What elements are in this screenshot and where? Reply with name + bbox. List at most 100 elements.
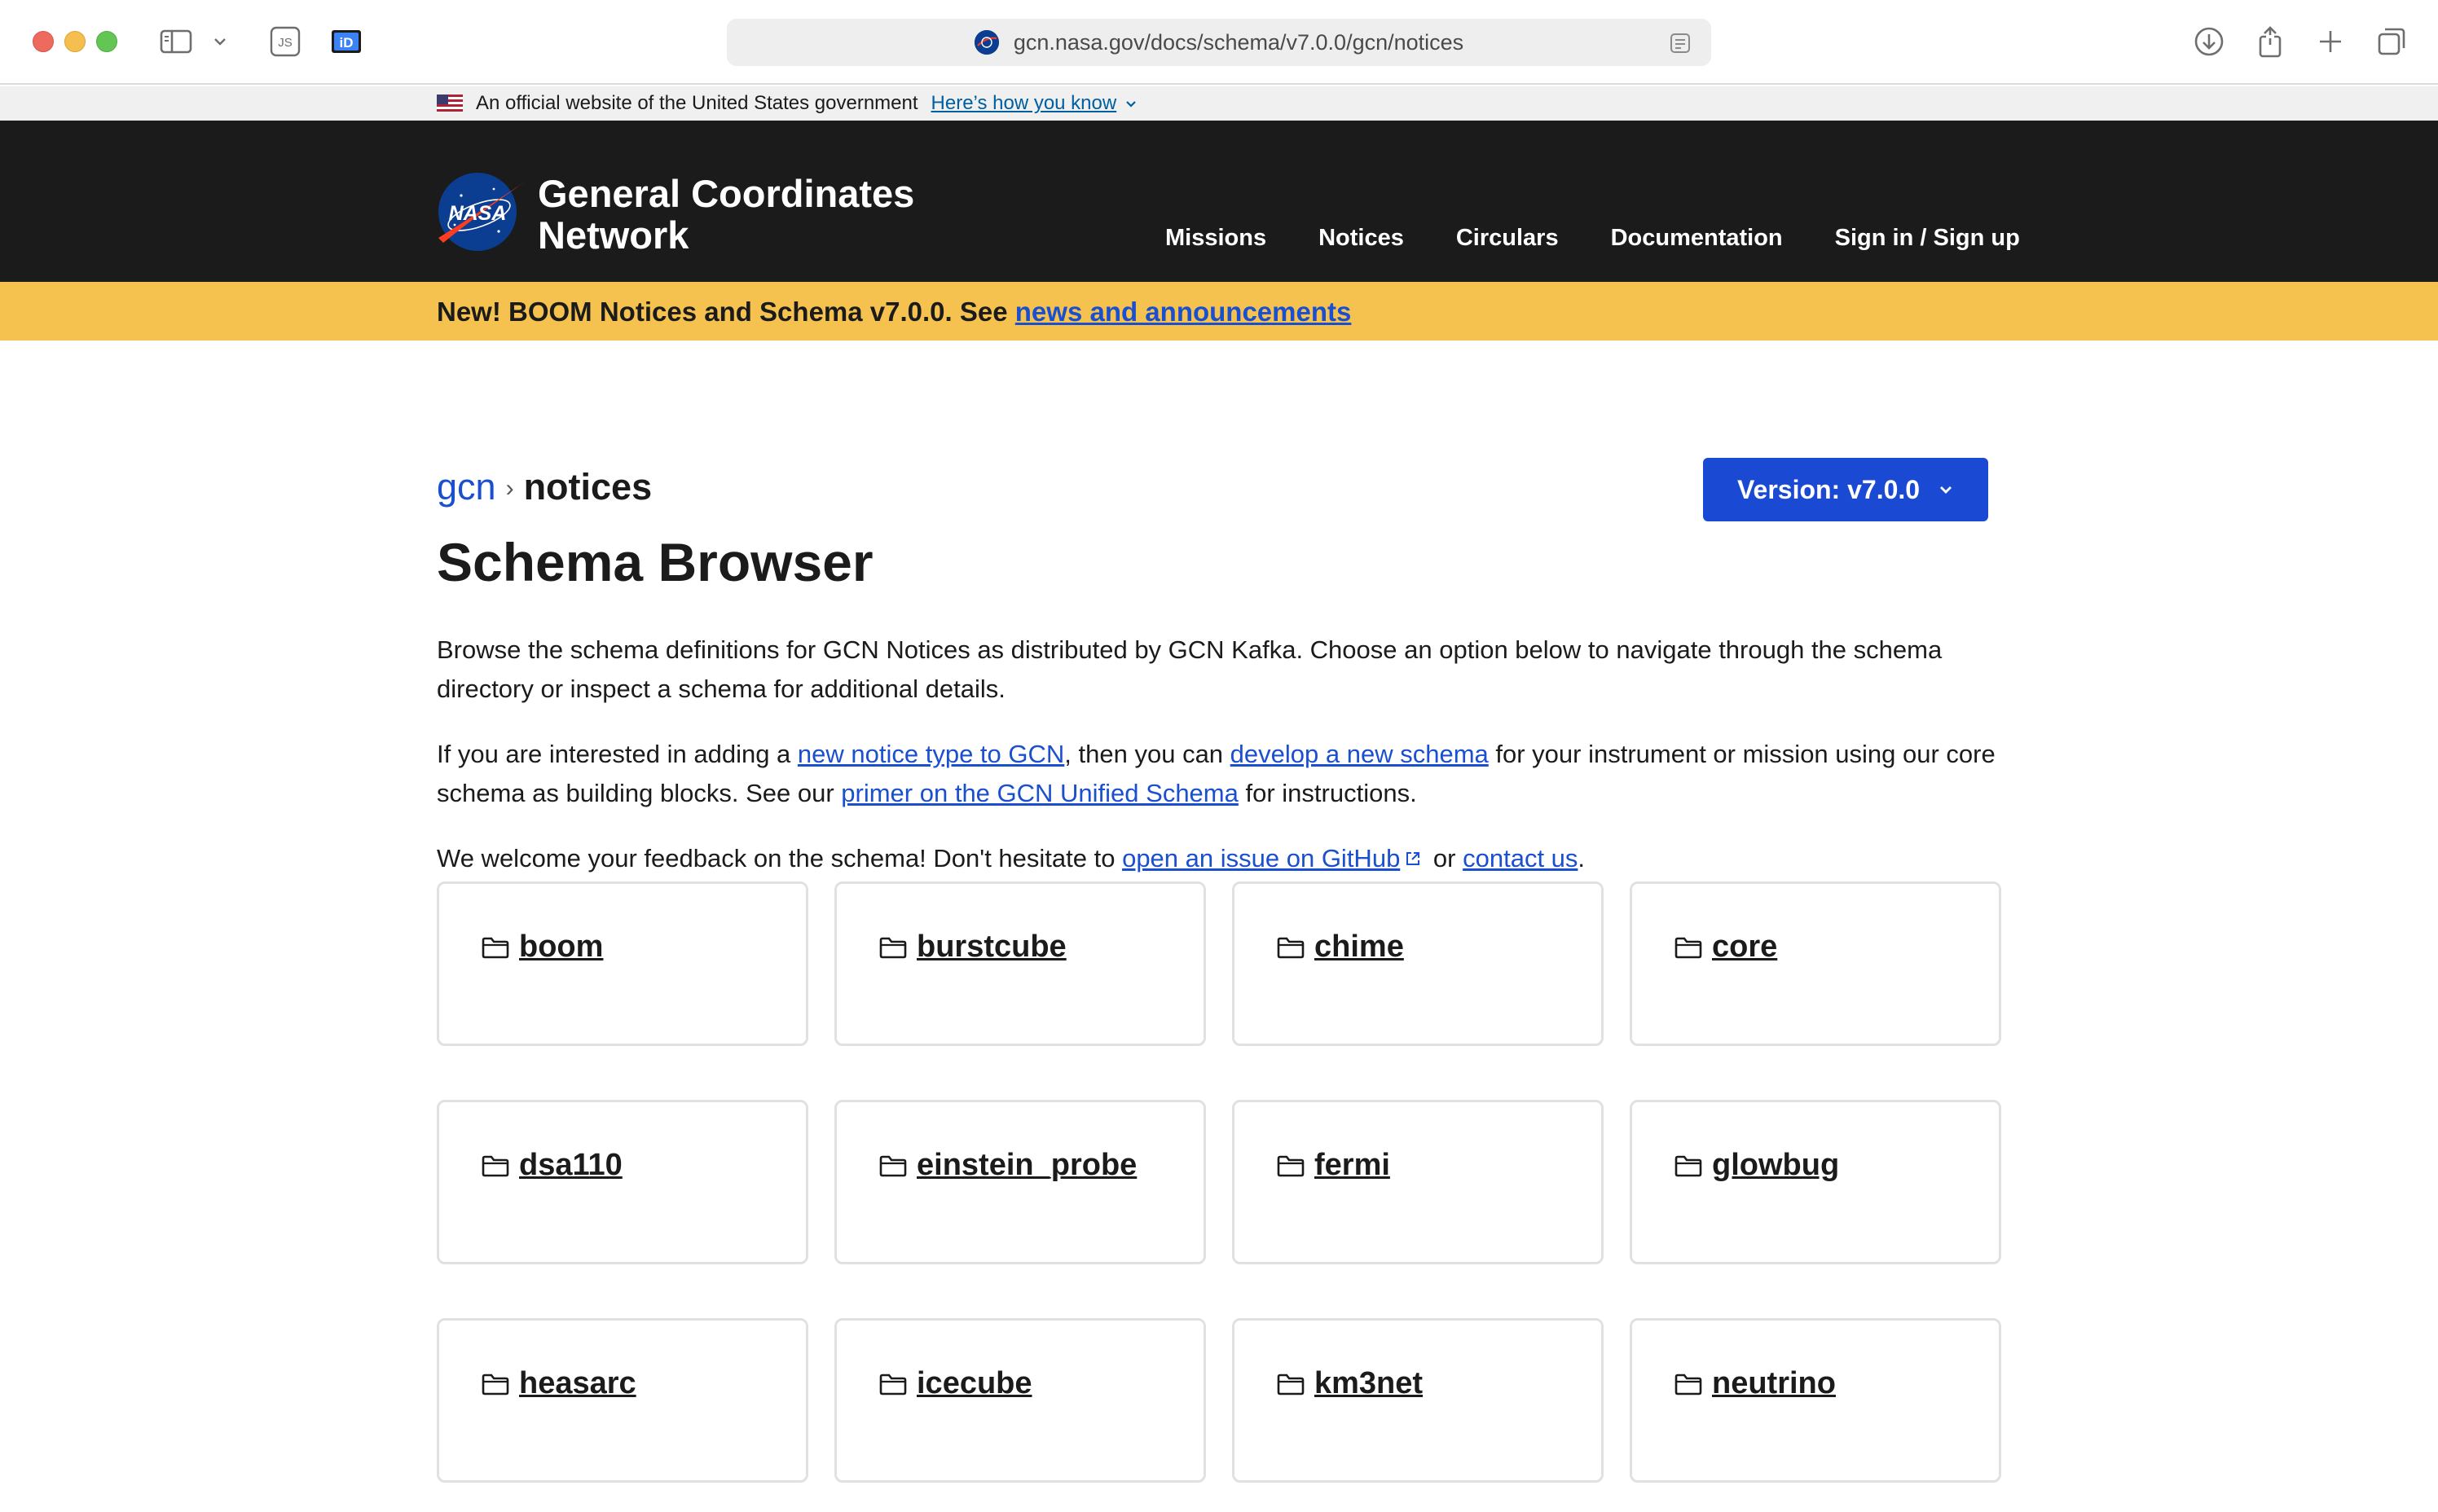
folder-card[interactable]: core	[1630, 881, 2001, 1046]
folder-link[interactable]: neutrino	[1674, 1366, 1836, 1401]
folder-icon	[1277, 1154, 1305, 1177]
gov-banner: An official website of the United States…	[0, 86, 2438, 121]
text-span: We welcome your feedback on the schema! …	[437, 844, 1123, 872]
folder-icon	[879, 936, 907, 959]
folder-link[interactable]: einstein_probe	[879, 1148, 1137, 1183]
sidebar-toggle-icon[interactable]	[158, 24, 194, 59]
folder-card[interactable]: chime	[1232, 881, 1604, 1046]
folder-card[interactable]: glowbug	[1630, 1100, 2001, 1264]
folder-icon	[482, 936, 509, 959]
folder-link[interactable]: core	[1674, 930, 1777, 965]
nav-notices[interactable]: Notices	[1318, 225, 1404, 252]
breadcrumb-current: notices	[523, 466, 653, 508]
zoom-window-button[interactable]	[96, 31, 117, 52]
version-select-button[interactable]: Version: v7.0.0	[1703, 458, 1988, 521]
id-extension-icon[interactable]: iD	[329, 24, 363, 59]
folder-name: fermi	[1314, 1148, 1390, 1182]
chevron-down-icon	[1938, 484, 1954, 495]
new-notice-type-link[interactable]: new notice type to GCN	[798, 740, 1064, 768]
id-label: iD	[340, 35, 354, 51]
text-span: or	[1426, 844, 1463, 872]
folder-name: chime	[1314, 930, 1404, 964]
intro-paragraph: Browse the schema definitions for GCN No…	[437, 635, 1943, 703]
folder-link[interactable]: burstcube	[879, 930, 1067, 965]
site-title[interactable]: General Coordinates Network	[538, 173, 962, 256]
folder-link[interactable]: km3net	[1277, 1366, 1423, 1401]
news-and-announcements-link[interactable]: news and announcements	[1015, 297, 1352, 327]
main-nav: Missions Notices Circulars Documentation…	[1165, 225, 2020, 252]
contact-us-link[interactable]: contact us	[1463, 844, 1578, 872]
text-span: If you are interested in adding a	[437, 740, 798, 768]
page-title: Schema Browser	[437, 532, 874, 592]
breadcrumb-gcn-link[interactable]: gcn	[437, 466, 496, 508]
folder-icon	[1277, 936, 1305, 959]
browser-toolbar: JS iD gcn.nasa.gov/docs/schema/v7.0.0/gc…	[0, 0, 2438, 85]
folder-card[interactable]: dsa110	[437, 1100, 808, 1264]
folder-card[interactable]: burstcube	[834, 881, 1206, 1046]
folder-card[interactable]: neutrino	[1630, 1318, 2001, 1483]
text-span: , then you can	[1064, 740, 1230, 768]
us-flag-icon	[437, 94, 463, 112]
new-tab-icon[interactable]	[2314, 24, 2347, 59]
folder-card[interactable]: einstein_probe	[834, 1100, 1206, 1264]
site-title-line1: General Coordinates	[538, 172, 915, 215]
chevron-down-icon[interactable]	[210, 24, 230, 59]
folder-icon	[1674, 1373, 1702, 1396]
nav-sign-in[interactable]: Sign in / Sign up	[1835, 225, 2020, 252]
announcement-text: New! BOOM Notices and Schema v7.0.0. See	[437, 297, 1015, 327]
text-span: for instructions.	[1238, 779, 1417, 807]
schema-folder-grid: boom burstcube chime core dsa110 einstei…	[437, 881, 2001, 1483]
share-icon[interactable]	[2254, 24, 2286, 59]
nasa-logo-icon[interactable]: NASA	[437, 171, 528, 253]
site-header: NASA General Coordinates Network Mission…	[0, 121, 2438, 282]
folder-name: neutrino	[1712, 1366, 1836, 1400]
external-link-icon	[1403, 841, 1423, 880]
js-label: JS	[278, 36, 293, 50]
close-window-button[interactable]	[33, 31, 54, 52]
github-issue-link[interactable]: open an issue on GitHub	[1122, 844, 1400, 872]
folder-name: dsa110	[519, 1148, 623, 1182]
tab-overview-icon[interactable]	[2374, 24, 2409, 59]
folder-card[interactable]: heasarc	[437, 1318, 808, 1483]
unified-schema-primer-link[interactable]: primer on the GCN Unified Schema	[841, 779, 1239, 807]
folder-link[interactable]: chime	[1277, 930, 1404, 965]
folder-name: core	[1712, 930, 1778, 964]
folder-link[interactable]: heasarc	[482, 1366, 636, 1401]
chevron-down-icon[interactable]	[1124, 92, 1138, 115]
nav-documentation[interactable]: Documentation	[1611, 225, 1783, 252]
develop-new-schema-link[interactable]: develop a new schema	[1230, 740, 1489, 768]
folder-icon	[1674, 936, 1702, 959]
folder-name: burstcube	[917, 930, 1067, 964]
address-bar[interactable]: gcn.nasa.gov/docs/schema/v7.0.0/gcn/noti…	[727, 19, 1711, 66]
folder-name: km3net	[1314, 1366, 1424, 1400]
announcement-banner: New! BOOM Notices and Schema v7.0.0. See…	[0, 282, 2438, 341]
folder-card[interactable]: icecube	[834, 1318, 1206, 1483]
folder-link[interactable]: dsa110	[482, 1148, 623, 1183]
breadcrumb: gcn › notices	[437, 466, 652, 508]
folder-icon	[1674, 1154, 1702, 1177]
folder-link[interactable]: icecube	[879, 1366, 1032, 1401]
folder-card[interactable]: boom	[437, 881, 808, 1046]
nav-missions[interactable]: Missions	[1165, 225, 1266, 252]
folder-name: heasarc	[519, 1366, 636, 1400]
nasa-favicon-icon	[974, 30, 999, 55]
folder-card[interactable]: fermi	[1232, 1100, 1604, 1264]
minimize-window-button[interactable]	[64, 31, 86, 52]
folder-icon	[482, 1373, 509, 1396]
folder-card[interactable]: km3net	[1232, 1318, 1604, 1483]
folder-icon	[879, 1373, 907, 1396]
downloads-icon[interactable]	[2192, 24, 2226, 59]
contribute-paragraph: If you are interested in adding a new no…	[437, 735, 2001, 813]
folder-icon	[879, 1154, 907, 1177]
nav-circulars[interactable]: Circulars	[1456, 225, 1559, 252]
url-text: gcn.nasa.gov/docs/schema/v7.0.0/gcn/noti…	[1013, 29, 1464, 55]
folder-icon	[1277, 1373, 1305, 1396]
folder-icon	[482, 1154, 509, 1177]
heres-how-you-know-link[interactable]: Here’s how you know	[931, 92, 1117, 115]
folder-link[interactable]: fermi	[1277, 1148, 1390, 1183]
javascript-extension-icon[interactable]: JS	[269, 24, 301, 59]
feedback-paragraph: We welcome your feedback on the schema! …	[437, 839, 2001, 880]
reader-mode-icon[interactable]	[1669, 32, 1692, 59]
folder-link[interactable]: boom	[482, 930, 603, 965]
folder-link[interactable]: glowbug	[1674, 1148, 1839, 1183]
